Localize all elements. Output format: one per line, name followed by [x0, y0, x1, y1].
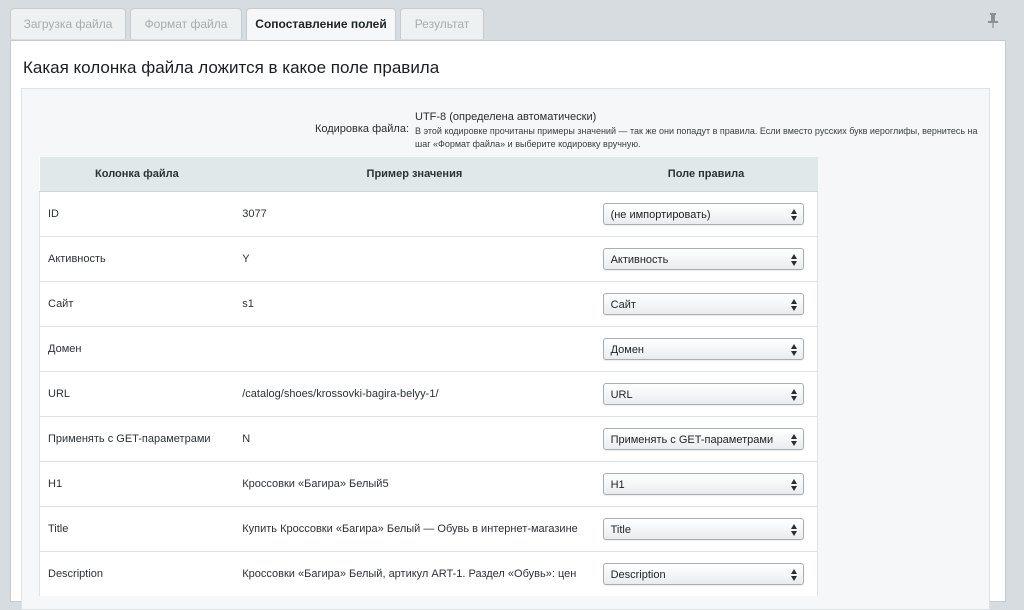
select-arrows-icon — [790, 568, 797, 582]
sample-value: Кроссовки «Багира» Белый5 — [234, 461, 595, 507]
table-header-row: Колонка файла Пример значения Поле прави… — [39, 157, 818, 192]
rule-field-value: Title — [610, 524, 631, 536]
page-title: Какая колонка файла ложится в какое поле… — [23, 58, 440, 77]
file-column-name: Применять с GET-параметрами — [39, 416, 235, 462]
sample-value: N — [234, 416, 595, 462]
select-arrows-icon — [790, 208, 797, 222]
table-row: Title Купить Кроссовки «Багира» Белый — О… — [39, 506, 818, 552]
file-column-name: Title — [39, 506, 235, 552]
file-column-name: URL — [39, 371, 235, 417]
select-arrows-icon — [790, 523, 797, 537]
encoding-note: В этой кодировке прочитаны примеры значе… — [415, 126, 978, 149]
rule-field-select[interactable]: (не импортировать) — [602, 203, 804, 225]
table-row: Активность Y Активность — [39, 236, 818, 282]
encoding-value: UTF-8 (определена автоматически) — [415, 111, 597, 123]
select-arrows-icon — [790, 433, 797, 447]
sample-value: Y — [234, 236, 595, 282]
sample-value: s1 — [234, 281, 595, 327]
rule-field-cell: Применять с GET-параметрами — [594, 416, 818, 462]
tab-file-format[interactable]: Формат файла — [130, 8, 242, 39]
table-row: ID 3077 (не импортировать) — [39, 191, 818, 237]
file-column-name: Домен — [39, 326, 235, 372]
header-rule-field: Поле правила — [594, 157, 818, 192]
table-row: Применять с GET-параметрами N Применять с … — [39, 416, 818, 462]
rule-field-value: Сайт — [610, 299, 636, 311]
rule-field-cell: (не импортировать) — [594, 191, 818, 237]
sample-value: Кроссовки «Багира» Белый, артикул ART-1.… — [234, 551, 595, 596]
header-file-column: Колонка файла — [39, 157, 235, 192]
rule-field-value: H1 — [610, 479, 625, 491]
encoding-label: Кодировка файла: — [314, 123, 409, 135]
sample-value — [234, 326, 595, 372]
sample-value: /catalog/shoes/krossovki-bagira-belyy-1/ — [234, 371, 595, 417]
rule-field-value: Description — [610, 569, 666, 581]
file-column-name: Сайт — [39, 281, 235, 327]
mapping-panel: Какая колонка файла ложится в какое поле… — [10, 40, 1006, 610]
rule-field-select[interactable]: Сайт — [602, 293, 804, 315]
rule-field-cell: URL — [594, 371, 818, 417]
rule-field-cell: Активность — [594, 236, 818, 282]
rule-field-select[interactable]: Title — [602, 518, 804, 540]
rule-field-select[interactable]: Домен — [602, 338, 804, 360]
file-column-name: Description — [39, 551, 235, 596]
pin-icon[interactable] — [986, 12, 1000, 28]
header-sample-value: Пример значения — [234, 157, 595, 192]
select-arrows-icon — [790, 298, 797, 312]
rule-field-value: URL — [610, 389, 633, 401]
table-row: Description Кроссовки «Багира» Белый, арт… — [39, 551, 818, 596]
rule-field-cell: Title — [594, 506, 818, 552]
select-arrows-icon — [790, 388, 797, 402]
rule-field-cell: Description — [594, 551, 818, 596]
select-arrows-icon — [790, 343, 797, 357]
rule-field-select[interactable]: URL — [602, 383, 804, 405]
table-row: URL/catalog/shoes/krossovki-bagira-belyy… — [39, 371, 818, 417]
select-arrows-icon — [790, 253, 797, 267]
file-column-name: Активность — [39, 236, 235, 282]
rule-field-value: (не импортировать) — [610, 209, 711, 221]
rule-field-select[interactable]: H1 — [602, 473, 804, 495]
tab-result[interactable]: Результат — [400, 8, 484, 39]
rule-field-cell: H1 — [594, 461, 818, 507]
table-row: Домен Домен — [39, 326, 818, 372]
file-column-name: H1 — [39, 461, 235, 507]
tab-field-mapping[interactable]: Сопоставление полей — [246, 8, 396, 42]
rule-field-value: Применять с GET-параметрами — [610, 434, 774, 446]
mapping-table: Колонка файла Пример значения Поле прави… — [39, 157, 818, 596]
mapping-area: Кодировка файла: UTF-8 (определена автом… — [21, 88, 990, 610]
rule-field-cell: Сайт — [594, 281, 818, 327]
sample-value: 3077 — [234, 191, 595, 237]
file-column-name: ID — [39, 191, 235, 237]
rule-field-select[interactable]: Активность — [602, 248, 804, 270]
table-row: Сайт s1 Сайт — [39, 281, 818, 327]
rule-field-select[interactable]: Description — [602, 563, 804, 585]
rule-field-select[interactable]: Применять с GET-параметрами — [602, 428, 804, 450]
sample-value: Купить Кроссовки «Багира» Белый — Обувь … — [234, 506, 595, 552]
rule-field-value: Активность — [610, 254, 669, 266]
rule-field-value: Домен — [610, 344, 645, 356]
table-row: H1 Кроссовки «Багира» Белый5 H1 — [39, 461, 818, 507]
tab-file-upload[interactable]: Загрузка файла — [10, 8, 126, 39]
select-arrows-icon — [790, 478, 797, 492]
rule-field-cell: Домен — [594, 326, 818, 372]
